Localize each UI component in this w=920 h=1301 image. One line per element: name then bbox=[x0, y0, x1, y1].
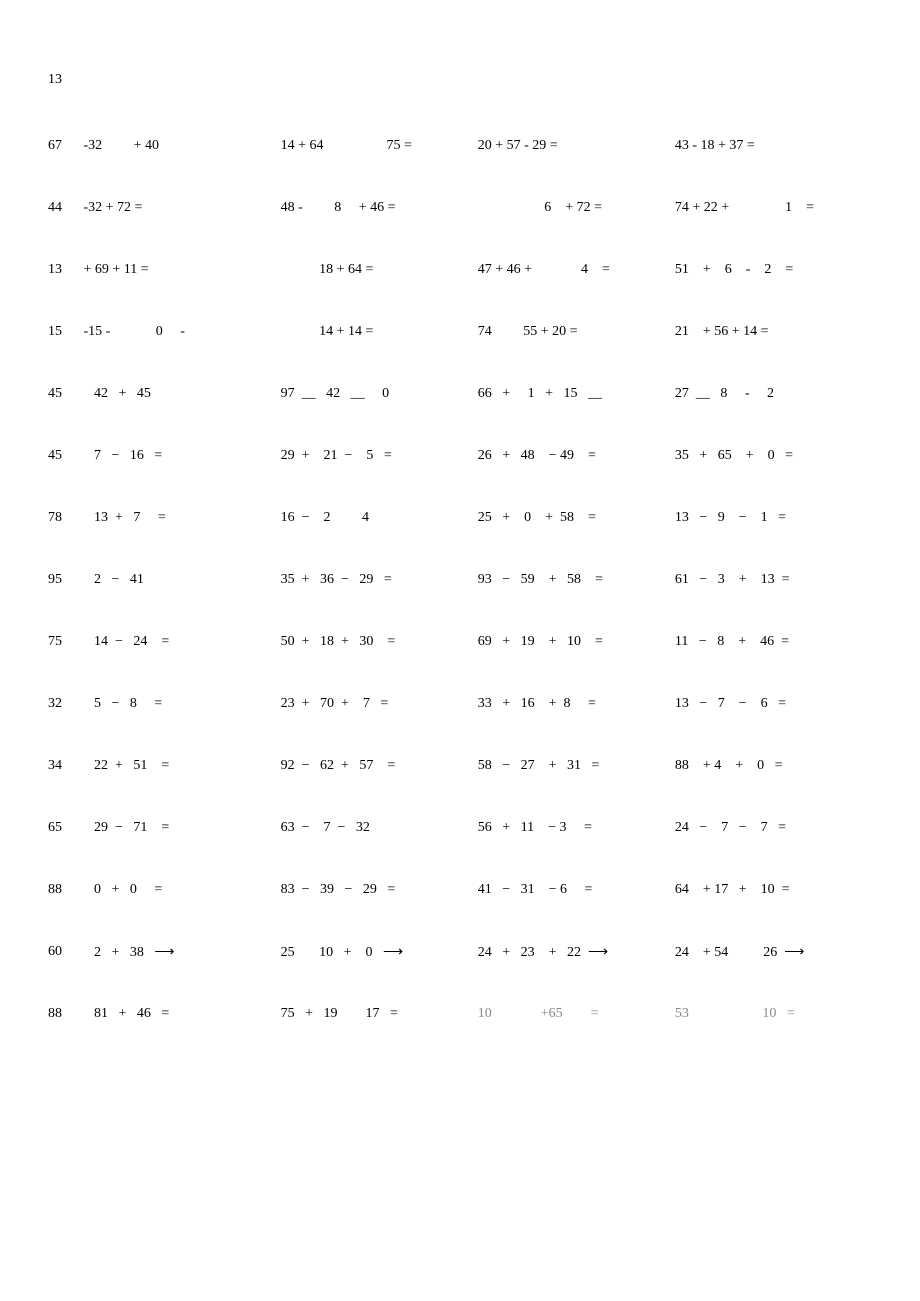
expression-cell: 69 + 19 + 10 = bbox=[478, 634, 675, 650]
worksheet-row: 65 29 − 71 =63 − 7 − 3256 + 11 − 3 =24 −… bbox=[48, 818, 872, 838]
expression-cell: 24 + 54 26 ⟶ bbox=[675, 944, 872, 961]
expression-cell: 42 + 45 bbox=[83, 386, 280, 402]
expression-cell: 14 − 24 = bbox=[83, 634, 280, 650]
row-leading-number: 15 bbox=[48, 324, 83, 340]
expression-cell: 5 − 8 = bbox=[83, 696, 280, 712]
expression-cell: 47 + 46 + 4 = bbox=[478, 262, 675, 278]
expression-cell: + 69 + 11 = bbox=[83, 262, 280, 278]
worksheet-row: 88 0 + 0 =83 − 39 − 29 =41 − 31 − 6 =64 … bbox=[48, 880, 872, 900]
worksheet-row: 34 22 + 51 =92 − 62 + 57 =58 − 27 + 31 =… bbox=[48, 756, 872, 776]
row-leading-number: 67 bbox=[48, 138, 83, 154]
row-leading-number: 32 bbox=[48, 696, 83, 712]
expression-cell: 14 + 14 = bbox=[281, 324, 478, 340]
row-leading-number: 45 bbox=[48, 448, 83, 464]
expression-cell: 88 + 4 + 0 = bbox=[675, 758, 872, 774]
expression-cell: 16 − 2 4 bbox=[281, 510, 478, 526]
expression-cell: 63 − 7 − 32 bbox=[281, 820, 478, 836]
worksheet-row: 67-32 + 4014 + 64 75 =20 + 57 - 29 =43 -… bbox=[48, 136, 872, 156]
expression-cell: 6 + 72 = bbox=[478, 200, 675, 216]
expression-cell: 10 +65 = bbox=[478, 1006, 675, 1022]
expression-cell: 13 + 7 = bbox=[83, 510, 280, 526]
expression-cell: 2 − 41 bbox=[83, 572, 280, 588]
expression-cell: 2 + 38 ⟶ bbox=[83, 944, 280, 961]
expression-cell: 97 __ 42 __ 0 bbox=[281, 386, 478, 402]
expression-cell: 53 10 = bbox=[675, 1006, 872, 1022]
worksheet-row: 78 13 + 7 =16 − 2 425 + 0 + 58 =13 − 9 −… bbox=[48, 508, 872, 528]
expression-cell: 18 + 64 = bbox=[281, 262, 478, 278]
row-leading-number: 75 bbox=[48, 634, 83, 650]
expression-cell: 58 − 27 + 31 = bbox=[478, 758, 675, 774]
expression-cell: 33 + 16 + 8 = bbox=[478, 696, 675, 712]
row-leading-number: 88 bbox=[48, 882, 83, 898]
expression-cell: 21 + 56 + 14 = bbox=[675, 324, 872, 340]
worksheet-row: 44-32 + 72 =48 - 8 + 46 = 6 + 72 =74 + 2… bbox=[48, 198, 872, 218]
expression-cell: 66 + 1 + 15 __ bbox=[478, 386, 675, 402]
expression-cell: 51 + 6 - 2 = bbox=[675, 262, 872, 278]
expression-cell: 13 − 7 − 6 = bbox=[675, 696, 872, 712]
expression-cell: 56 + 11 − 3 = bbox=[478, 820, 675, 836]
expression-cell: 48 - 8 + 46 = bbox=[281, 200, 478, 216]
expression-cell: 14 + 64 75 = bbox=[281, 138, 478, 154]
expression-cell: 29 − 71 = bbox=[83, 820, 280, 836]
expression-cell: 25 10 + 0 ⟶ bbox=[281, 944, 478, 961]
expression-cell: 64 + 17 + 10 = bbox=[675, 882, 872, 898]
expression-cell: 23 + 70 + 7 = bbox=[281, 696, 478, 712]
expression-cell: 81 + 46 = bbox=[83, 1006, 280, 1022]
expression-cell: 61 − 3 + 13 = bbox=[675, 572, 872, 588]
expression-cell: 83 − 39 − 29 = bbox=[281, 882, 478, 898]
row-leading-number: 13 bbox=[48, 262, 83, 278]
expression-cell: 35 + 65 + 0 = bbox=[675, 448, 872, 464]
expression-cell: 22 + 51 = bbox=[83, 758, 280, 774]
row-leading-number: 95 bbox=[48, 572, 83, 588]
row-leading-number: 88 bbox=[48, 1006, 83, 1022]
worksheet-row: 60 2 + 38 ⟶25 10 + 0 ⟶24 + 23 + 22 ⟶24 +… bbox=[48, 942, 872, 962]
worksheet-row: 32 5 − 8 =23 + 70 + 7 =33 + 16 + 8 =13 −… bbox=[48, 694, 872, 714]
expression-cell: 0 + 0 = bbox=[83, 882, 280, 898]
worksheet-row: 45 42 + 4597 __ 42 __ 066 + 1 + 15 __27 … bbox=[48, 384, 872, 404]
expression-cell: 41 − 31 − 6 = bbox=[478, 882, 675, 898]
expression-cell: 26 + 48 − 49 = bbox=[478, 448, 675, 464]
row-leading-number: 78 bbox=[48, 510, 83, 526]
row-leading-number: 65 bbox=[48, 820, 83, 836]
row-leading-number: 45 bbox=[48, 386, 83, 402]
expression-cell: 29 + 21 − 5 = bbox=[281, 448, 478, 464]
worksheet-row: 95 2 − 4135 + 36 − 29 =93 − 59 + 58 =61 … bbox=[48, 570, 872, 590]
expression-cell: 43 - 18 + 37 = bbox=[675, 138, 872, 154]
worksheet-row: 15-15 - 0 - 14 + 14 =74 55 + 20 =21 + 56… bbox=[48, 322, 872, 342]
expression-cell: 7 − 16 = bbox=[83, 448, 280, 464]
row-leading-number: 34 bbox=[48, 758, 83, 774]
expression-cell: 24 − 7 − 7 = bbox=[675, 820, 872, 836]
expression-cell: 11 − 8 + 46 = bbox=[675, 634, 872, 650]
expression-cell: 20 + 57 - 29 = bbox=[478, 138, 675, 154]
expression-cell: -32 + 72 = bbox=[83, 200, 280, 216]
worksheet-row: 88 81 + 46 =75 + 19 17 =10 +65 =53 10 = bbox=[48, 1004, 872, 1024]
expression-cell: 27 __ 8 - 2 bbox=[675, 386, 872, 402]
expression-cell: 92 − 62 + 57 = bbox=[281, 758, 478, 774]
expression-cell: 93 − 59 + 58 = bbox=[478, 572, 675, 588]
worksheet-row: 45 7 − 16 =29 + 21 − 5 =26 + 48 − 49 =35… bbox=[48, 446, 872, 466]
expression-cell: 25 + 0 + 58 = bbox=[478, 510, 675, 526]
expression-cell: 35 + 36 − 29 = bbox=[281, 572, 478, 588]
expression-cell: 74 + 22 + 1 = bbox=[675, 200, 872, 216]
expression-cell: 75 + 19 17 = bbox=[281, 1006, 478, 1022]
expression-cell: -32 + 40 bbox=[83, 138, 280, 154]
row-leading-number: 60 bbox=[48, 944, 83, 960]
expression-cell: 24 + 23 + 22 ⟶ bbox=[478, 944, 675, 961]
worksheet-row: 13+ 69 + 11 = 18 + 64 =47 + 46 + 4 =51 +… bbox=[48, 260, 872, 280]
expression-cell: 50 + 18 + 30 = bbox=[281, 634, 478, 650]
worksheet-grid: 67-32 + 4014 + 64 75 =20 + 57 - 29 =43 -… bbox=[48, 136, 872, 1024]
expression-cell: 13 − 9 − 1 = bbox=[675, 510, 872, 526]
page-number: 13 bbox=[48, 72, 872, 88]
expression-cell: 74 55 + 20 = bbox=[478, 324, 675, 340]
expression-cell: -15 - 0 - bbox=[83, 324, 280, 340]
row-leading-number: 44 bbox=[48, 200, 83, 216]
worksheet-row: 75 14 − 24 =50 + 18 + 30 =69 + 19 + 10 =… bbox=[48, 632, 872, 652]
